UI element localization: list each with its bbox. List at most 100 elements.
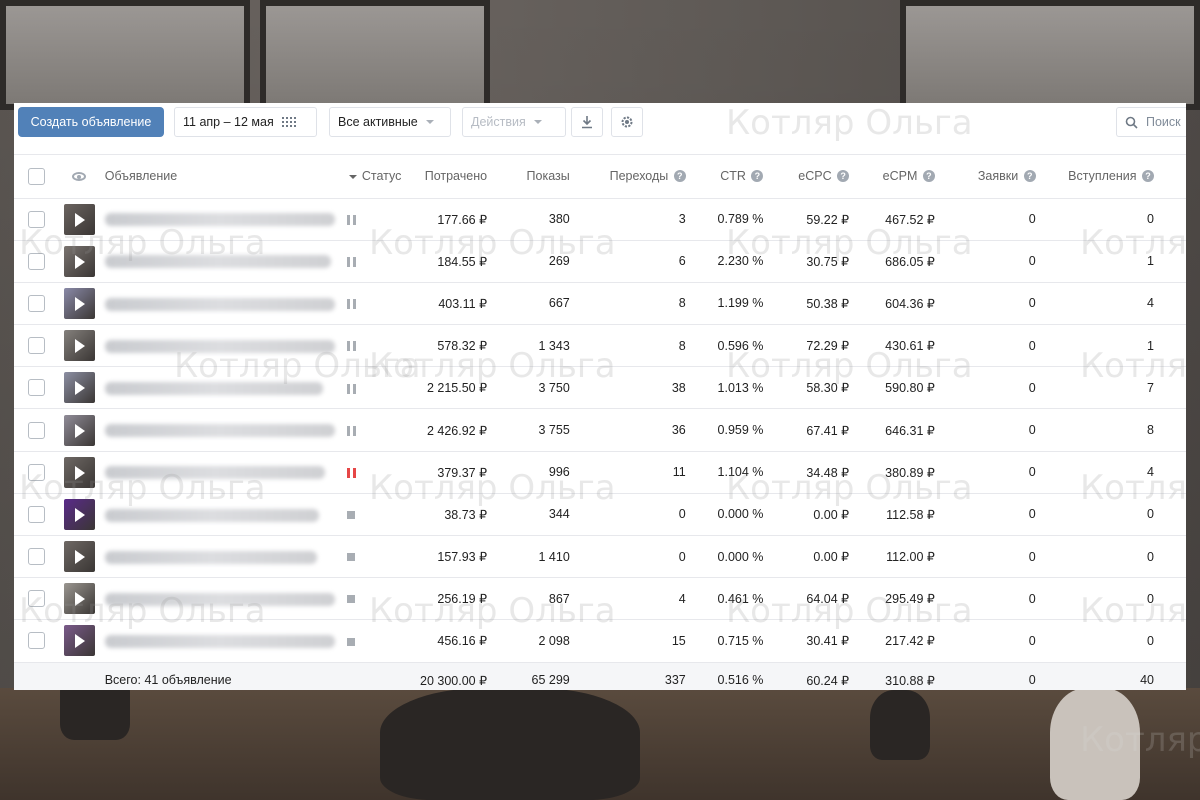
create-ad-button[interactable]: Создать объявление bbox=[18, 107, 164, 137]
row-checkbox[interactable] bbox=[27, 379, 45, 397]
date-range-picker[interactable]: 11 апр – 12 мая bbox=[174, 107, 317, 137]
help-icon[interactable]: ? bbox=[1142, 170, 1154, 183]
ad-name-redacted[interactable] bbox=[104, 466, 325, 480]
help-icon[interactable]: ? bbox=[1023, 170, 1036, 183]
help-icon[interactable]: ? bbox=[751, 170, 764, 183]
ad-thumbnail[interactable] bbox=[64, 287, 96, 319]
ad-name-redacted[interactable] bbox=[104, 508, 319, 522]
column-header-ecpc[interactable]: eCPC ? bbox=[769, 155, 856, 199]
ad-name-redacted[interactable] bbox=[104, 213, 335, 227]
pause-icon[interactable] bbox=[346, 214, 356, 225]
column-header-leads[interactable]: Заявки ? bbox=[940, 155, 1042, 199]
table-row[interactable]: 38.73 ₽ 344 0 0.000 % 0.00 ₽ 112.58 ₽ 0 0 bbox=[14, 493, 1186, 536]
ad-thumbnail[interactable] bbox=[64, 541, 96, 573]
select-all-checkbox[interactable] bbox=[27, 167, 45, 185]
help-icon[interactable]: ? bbox=[922, 170, 935, 183]
cell-spent: 456.16 ₽ bbox=[437, 634, 488, 649]
ad-name-redacted[interactable] bbox=[104, 550, 317, 564]
ad-name-redacted[interactable] bbox=[104, 381, 323, 395]
table-row[interactable]: 157.93 ₽ 1 410 0 0.000 % 0.00 ₽ 112.00 ₽ 0 0 bbox=[14, 536, 1186, 578]
table-row[interactable]: 184.55 ₽ 269 6 2.230 % 30.75 ₽ 686.05 ₽ 0 1 bbox=[14, 240, 1186, 283]
settings-button[interactable] bbox=[611, 107, 643, 137]
row-checkbox[interactable] bbox=[27, 463, 45, 481]
column-header-joins[interactable]: Вступления ? bbox=[1041, 155, 1186, 199]
ad-name-redacted[interactable] bbox=[104, 592, 335, 606]
pause-icon[interactable] bbox=[346, 425, 356, 436]
ad-thumbnail[interactable] bbox=[64, 625, 96, 657]
column-header-clicks-label: Переходы bbox=[609, 169, 669, 184]
download-button[interactable] bbox=[571, 107, 603, 137]
row-checkbox[interactable] bbox=[27, 632, 45, 650]
pause-icon[interactable] bbox=[346, 341, 356, 352]
window-frame bbox=[0, 0, 250, 110]
table-row[interactable]: 456.16 ₽ 2 098 15 0.715 % 30.41 ₽ 217.42 ₽ 0 0 bbox=[14, 620, 1186, 663]
play-icon bbox=[75, 507, 86, 522]
eye-icon bbox=[71, 172, 86, 182]
table-row[interactable]: 256.19 ₽ 867 4 0.461 % 64.04 ₽ 295.49 ₽ 0 0 bbox=[14, 578, 1186, 620]
ad-name-cell bbox=[99, 578, 341, 620]
status-cell bbox=[341, 325, 408, 367]
stop-icon[interactable] bbox=[346, 595, 355, 604]
cell-ctr: 1.104 % bbox=[717, 465, 764, 480]
ad-name-redacted[interactable] bbox=[104, 255, 331, 269]
row-checkbox[interactable] bbox=[27, 548, 45, 566]
ad-thumbnail[interactable] bbox=[64, 245, 96, 277]
pause-icon[interactable] bbox=[346, 299, 356, 310]
row-select-cell bbox=[14, 451, 58, 493]
column-header-impressions[interactable]: Показы bbox=[493, 155, 576, 199]
row-checkbox[interactable] bbox=[27, 337, 45, 355]
visibility-header bbox=[58, 155, 99, 199]
ad-name-redacted[interactable] bbox=[104, 339, 335, 353]
ad-thumbnail[interactable] bbox=[64, 414, 96, 446]
table-row[interactable]: 578.32 ₽ 1 343 8 0.596 % 72.29 ₽ 430.61 ₽ 0 1 bbox=[14, 325, 1186, 367]
stop-icon[interactable] bbox=[346, 511, 355, 520]
cell-ecpm: 686.05 ₽ bbox=[885, 254, 935, 269]
table-row[interactable]: 2 215.50 ₽ 3 750 38 1.013 % 58.30 ₽ 590.80 ₽ 0… bbox=[14, 367, 1186, 409]
row-checkbox[interactable] bbox=[27, 590, 45, 608]
ad-name-redacted[interactable] bbox=[104, 635, 335, 649]
table-row[interactable]: 379.37 ₽ 996 11 1.104 % 34.48 ₽ 380.89 ₽ 0 4 bbox=[14, 451, 1186, 494]
row-checkbox[interactable] bbox=[27, 210, 45, 228]
column-header-status[interactable]: Статус bbox=[340, 155, 408, 199]
ad-thumbnail[interactable] bbox=[64, 372, 96, 404]
row-checkbox[interactable] bbox=[27, 252, 45, 270]
ad-thumbnail[interactable] bbox=[64, 456, 96, 488]
column-header-ad[interactable]: Объявление bbox=[98, 155, 341, 199]
ad-name-cell bbox=[99, 409, 341, 451]
table-row[interactable]: 403.11 ₽ 667 8 1.199 % 50.38 ₽ 604.36 ₽ 0 4 bbox=[14, 282, 1186, 325]
column-header-ctr[interactable]: CTR ? bbox=[691, 155, 770, 199]
ad-name-redacted[interactable] bbox=[104, 297, 335, 311]
play-icon bbox=[75, 254, 86, 269]
cell-impressions: 667 bbox=[548, 296, 570, 311]
ad-name-redacted[interactable] bbox=[104, 424, 335, 438]
column-header-spent[interactable]: Потрачено bbox=[407, 155, 494, 199]
table-row[interactable]: 177.66 ₽ 380 3 0.789 % 59.22 ₽ 467.52 ₽ 0 0 bbox=[14, 198, 1186, 241]
row-checkbox[interactable] bbox=[27, 421, 45, 439]
help-icon[interactable]: ? bbox=[837, 170, 850, 183]
stop-icon[interactable] bbox=[346, 637, 355, 646]
pause-icon[interactable] bbox=[346, 256, 356, 267]
ad-thumbnail[interactable] bbox=[64, 330, 96, 362]
table-row[interactable]: 2 426.92 ₽ 3 755 36 0.959 % 67.41 ₽ 646.31 ₽ 0… bbox=[14, 409, 1186, 452]
column-header-clicks[interactable]: Переходы ? bbox=[575, 155, 692, 199]
help-icon[interactable]: ? bbox=[673, 170, 686, 183]
play-icon bbox=[75, 550, 86, 565]
row-checkbox[interactable] bbox=[27, 505, 45, 523]
pause-icon[interactable] bbox=[346, 467, 356, 478]
column-header-ecpm[interactable]: eCPM ? bbox=[855, 155, 941, 199]
ad-thumbnail[interactable] bbox=[64, 203, 96, 235]
cell-spent: 578.32 ₽ bbox=[437, 339, 488, 354]
status-filter-select[interactable]: Все активные bbox=[329, 107, 451, 137]
totals-impressions: 65 299 bbox=[493, 661, 576, 690]
totals-ctr: 0.516 % bbox=[691, 661, 770, 690]
status-cell bbox=[341, 240, 408, 282]
cell-spent: 157.93 ₽ bbox=[437, 550, 488, 565]
cell-ecpc: 0.00 ₽ bbox=[813, 550, 850, 565]
ad-thumbnail[interactable] bbox=[64, 498, 96, 530]
row-checkbox[interactable] bbox=[27, 294, 45, 312]
ad-thumbnail[interactable] bbox=[64, 583, 96, 615]
actions-dropdown[interactable]: Действия bbox=[462, 107, 566, 137]
pause-icon[interactable] bbox=[346, 383, 356, 394]
search-field[interactable]: Поиск bbox=[1116, 107, 1186, 137]
stop-icon[interactable] bbox=[346, 553, 355, 562]
